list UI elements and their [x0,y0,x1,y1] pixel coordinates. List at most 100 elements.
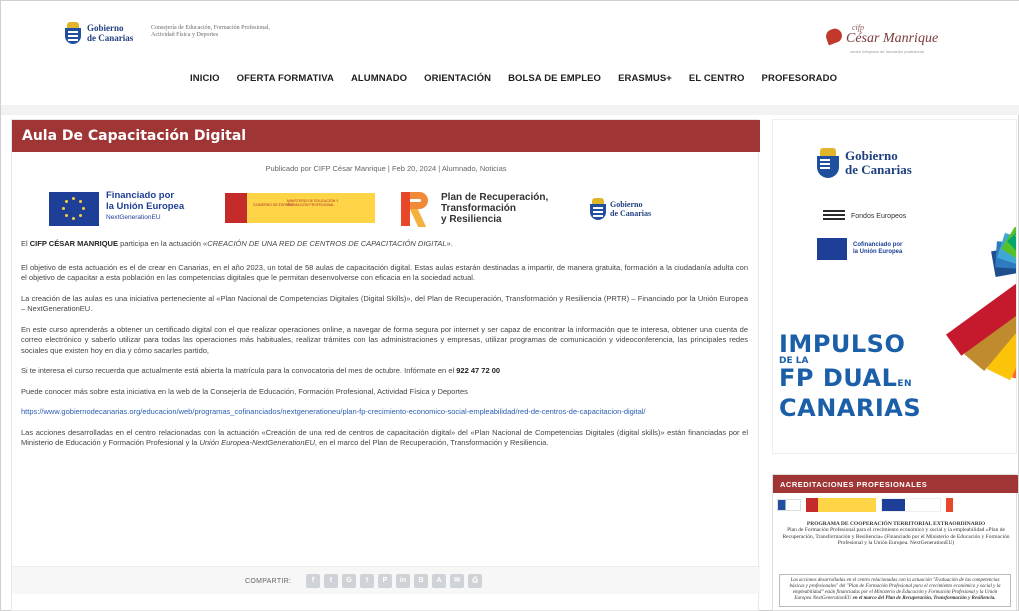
impulso-word: IMPULSO [779,330,906,358]
prtr-line1: Plan de Recuperación, [441,192,549,203]
nav-item-el-centro[interactable]: EL CENTRO [689,73,745,84]
consejeria-link[interactable]: https://www.gobiernodecanarias.org/educa… [21,407,646,416]
pinterest-share-icon[interactable]: P [378,574,392,588]
cesar-logo-tag: centro integrado de formación profesiona… [850,49,924,54]
cofin-line2: la Unión Europea [853,249,903,255]
gob-small-line1: Gobierno [610,200,643,209]
cesar-logo-name: César Manrique [846,31,939,46]
paragraph-acciones: Las acciones desarrolladas en el centro … [21,427,748,448]
nav-item-inicio[interactable]: INICIO [190,73,220,84]
share-icons: f t G t P in B A ✉ ⎙ [306,574,482,588]
paragraph-objetivo: El objetivo de esta actuación es el de c… [21,262,748,283]
paragraph-link: https://www.gobiernodecanarias.org/educa… [21,407,748,418]
nav-item-alumnado[interactable]: ALUMNADO [351,73,407,84]
cesar-manrique-logo[interactable]: cifp César Manrique centro integrado de … [824,23,946,54]
nav-item-erasmus[interactable]: ERASMUS+ [618,73,672,84]
fondos-europeos-logo: Fondos Europeos [823,210,906,222]
esp-min-text: MINISTERIO DE EDUCACIÓN Y FORMACIÓN PROF… [287,199,339,207]
nav-item-profesorado[interactable]: PROFESORADO [762,73,838,84]
paragraph-intro: El CIFP CÉSAR MANRIQUE participa en la a… [21,239,453,248]
email-share-icon[interactable]: ✉ [450,574,464,588]
gobierno-espana-logo: GOBIERNO DE ESPAÑA MINISTERIO DE EDUCACI… [225,193,375,223]
main-nav: INICIO OFERTA FORMATIVA ALUMNADO ORIENTA… [190,73,854,84]
share-label: COMPARTIR: [245,578,292,585]
fp-dual-word: FP DUAL [779,364,898,392]
canarias-crest-icon [65,22,81,44]
sidebar: Gobierno de Canarias Fondos Europeos Cof… [772,119,1018,611]
cofin-eu-flag-icon [817,238,847,260]
banner-gobierno-logo: Gobierno de Canarias [817,148,912,178]
gob-small-line2: de Canarias [610,209,652,218]
header-divider [1,105,1019,115]
prtr-logo-icon [401,192,431,227]
post-title-bar: Aula De Capacitación Digital [12,120,760,152]
mini-gobierno-logo [777,499,801,511]
acreditaciones-logos [777,497,1013,513]
prtr-text: Plan de Recuperación, Transformación y R… [441,192,591,225]
acreditaciones-box: Las acciones desarrolladas en el centro … [779,574,1011,607]
eu-flag-icon [49,192,99,226]
meta-date: Feb 20, 2024 [391,164,437,173]
twitter-share-icon[interactable]: t [324,574,338,588]
nav-item-bolsa-de-empleo[interactable]: BOLSA DE EMPLEO [508,73,601,84]
acreditaciones-text: PROGRAMA DE COOPERACIÓN TERRITORIAL EXTR… [781,521,1011,547]
page-frame: Gobierno de Canarias Consejería de Educa… [0,0,1019,611]
nav-item-oferta-formativa[interactable]: OFERTA FORMATIVA [237,73,334,84]
mini-espana-logo [806,498,876,512]
fondos-text: Fondos Europeos [851,212,907,220]
prtr-line2: Transformación [441,203,517,214]
google-share-icon[interactable]: G [342,574,356,588]
mini-eu-logo [881,498,941,512]
paragraph-creacion: La creación de las aulas es una iniciati… [21,293,748,314]
banner-crest-icon [817,148,839,178]
actuacion-name: «CREACIÓN DE UNA RED DE CENTROS DE CAPAC… [203,239,451,248]
stumble-share-icon[interactable]: A [432,574,446,588]
acreditaciones-title-bar: ACREDITACIONES PROFESIONALES [773,475,1018,493]
impulso-fp-dual-heading: IMPULSO DE LA FP DUALEN CANARIAS [779,332,921,420]
nav-item-orientacion[interactable]: ORIENTACIÓN [424,73,491,84]
eu-nextgen-text: NextGenerationEU [106,214,161,221]
gobierno-logo-line1: Gobierno [87,23,124,33]
canarias-crest-small-icon [590,198,606,220]
gobierno-canarias-logo[interactable]: Gobierno de Canarias [65,22,133,44]
acreditaciones-widget[interactable]: ACREDITACIONES PROFESIONALES PROGRAMA DE… [772,474,1018,611]
impulso-fp-dual-banner[interactable]: Gobierno de Canarias Fondos Europeos Cof… [772,119,1017,454]
en-word: EN [897,379,913,389]
eu-line1: Financiado por [106,190,175,201]
eu-line2: la Unión Europea [106,201,185,212]
buffer-share-icon[interactable]: B [414,574,428,588]
acreditaciones-title: ACREDITACIONES PROFESIONALES [780,480,928,489]
acred-body: Plan de Formación Profesional para el cr… [782,527,1010,547]
consejeria-text: Consejería de Educación, Formación Profe… [151,25,270,38]
paragraph-matricula: Si te interesa el curso recuerda que act… [21,366,501,375]
eu-financiado-text: Financiado por la Unión Europea [106,190,184,212]
cofin-line1: Cofinanciado por [853,242,903,248]
linkedin-share-icon[interactable]: in [396,574,410,588]
meta-prefix: Publicado por [265,164,312,173]
tumblr-share-icon[interactable]: t [360,574,374,588]
site-header: Gobierno de Canarias Consejería de Educa… [1,1,1019,105]
post-title: Aula De Capacitación Digital [22,128,247,144]
facebook-share-icon[interactable]: f [306,574,320,588]
meta-categories-link[interactable]: Alumnado, Noticias [442,164,507,173]
share-bar: COMPARTIR: f t G t P in B A ✉ ⎙ [12,566,760,594]
phone-number: 922 47 72 00 [456,366,501,375]
fondos-lines-icon [823,210,845,222]
post-meta: Publicado por CIFP César Manrique | Feb … [265,164,507,173]
post-content: El CIFP CÉSAR MANRIQUE participa en la a… [21,239,748,459]
prtr-line3: y Resiliencia [441,214,502,225]
paragraph-conocer: Puede conocer más sobre esta iniciativa … [21,386,468,396]
mini-prtr-logo [946,498,1006,512]
banner-gob-line2: de Canarias [845,162,912,177]
gobierno-logo-line2: de Canarias [87,33,134,43]
print-share-icon[interactable]: ⎙ [468,574,482,588]
cifp-name: CIFP CÉSAR MANRIQUE [29,239,118,248]
canarias-word: CANARIAS [779,394,922,422]
funding-logos: Financiado por la Unión Europea NextGene… [49,190,689,232]
cofinanciado-logo: Cofinanciado por la Unión Europea [817,238,902,260]
gobierno-canarias-small-logo: Gobierno de Canarias [590,198,651,220]
meta-author-link[interactable]: CIFP César Manrique [313,164,385,173]
paragraph-curso: En este curso aprenderás a obtener un ce… [21,324,748,355]
cesar-leaf-icon [824,26,844,46]
banner-gob-line1: Gobierno [845,148,898,163]
